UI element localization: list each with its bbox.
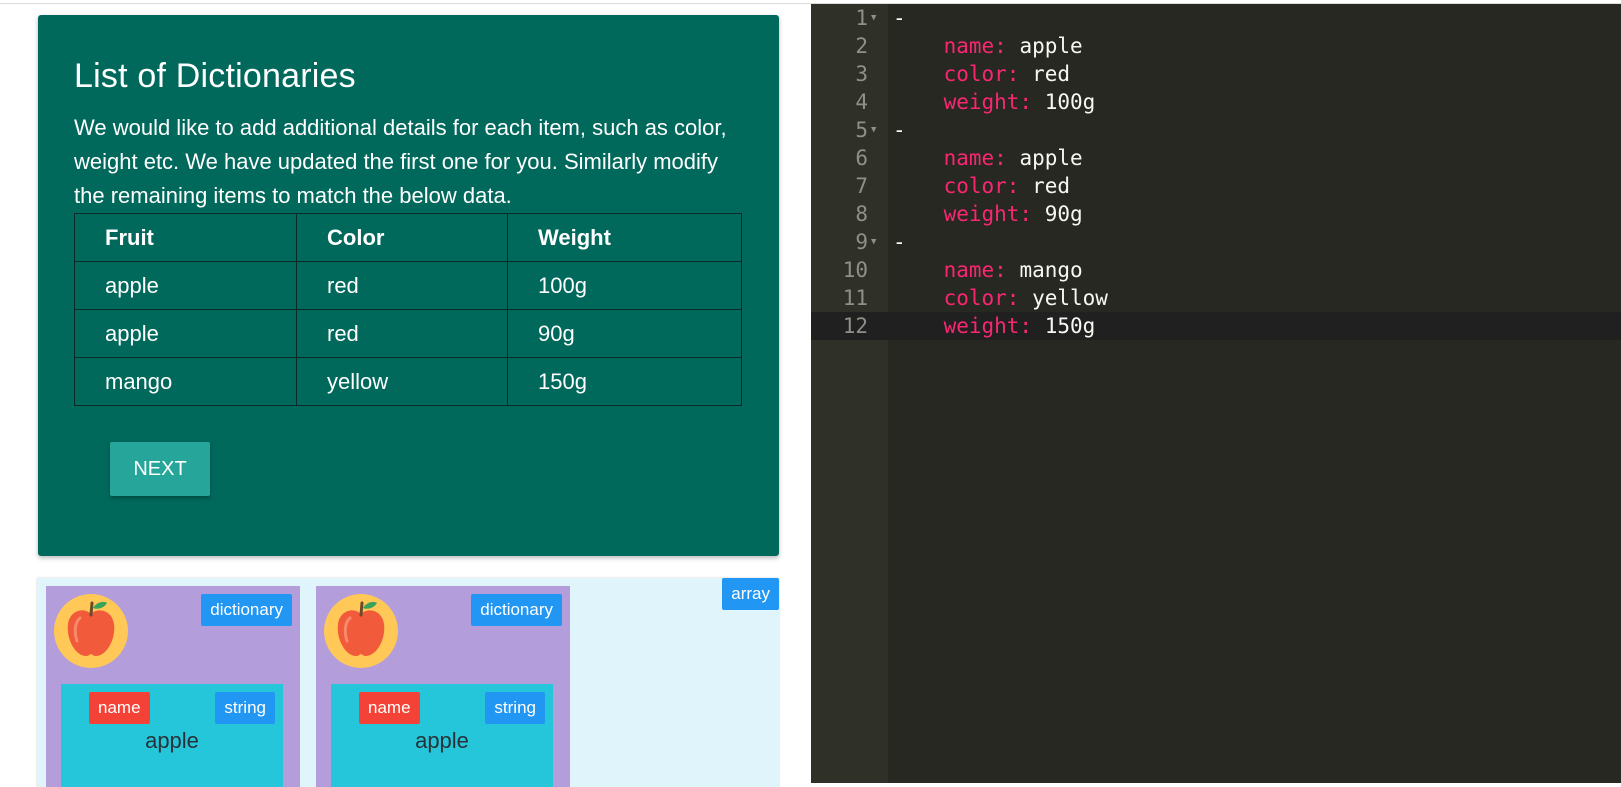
pair-value: apple bbox=[145, 728, 199, 753]
fold-arrow-icon[interactable]: ▼ bbox=[871, 4, 876, 32]
cell-color: yellow bbox=[296, 357, 508, 406]
key-badge: name bbox=[89, 692, 150, 724]
yaml-key: color: bbox=[943, 286, 1020, 310]
next-button[interactable]: NEXT bbox=[110, 442, 210, 496]
code-line[interactable]: 7 color: red bbox=[811, 172, 1621, 200]
code-line[interactable]: 8 weight: 90g bbox=[811, 200, 1621, 228]
dictionary-item: dictionary name string apple bbox=[316, 586, 570, 787]
yaml-value: apple bbox=[1019, 34, 1083, 58]
dictionary-item: dictionary name string apple bbox=[46, 586, 300, 787]
cell-fruit: apple bbox=[74, 309, 297, 358]
cell-weight: 90g bbox=[507, 309, 742, 358]
line-number: 11 bbox=[842, 286, 868, 310]
dictionary-type-badge: dictionary bbox=[201, 594, 292, 626]
cell-weight: 150g bbox=[507, 357, 742, 406]
value-type-badge: string bbox=[215, 692, 275, 724]
yaml-key: weight: bbox=[943, 202, 1033, 226]
cell-fruit: apple bbox=[74, 261, 297, 310]
array-visualization: array dictionary name string apple dicti… bbox=[37, 578, 779, 787]
line-number: 8 bbox=[855, 202, 868, 226]
fruit-table: Fruit Color Weight apple red 100g apple … bbox=[74, 213, 742, 406]
yaml-value: apple bbox=[1019, 146, 1083, 170]
code-line[interactable]: 11 color: yellow bbox=[811, 284, 1621, 312]
table-row: apple red 100g bbox=[74, 261, 742, 310]
yaml-key: name: bbox=[943, 34, 1007, 58]
line-number: 6 bbox=[855, 146, 868, 170]
yaml-key: name: bbox=[943, 258, 1007, 282]
table-row: apple red 90g bbox=[74, 309, 742, 358]
header-color: Color bbox=[296, 213, 508, 262]
yaml-value: 100g bbox=[1044, 90, 1096, 114]
code-line[interactable]: 10 name: mango bbox=[811, 256, 1621, 284]
apple-icon-graphic bbox=[67, 601, 115, 656]
yaml-value: mango bbox=[1019, 258, 1083, 282]
yaml-value: yellow bbox=[1032, 286, 1108, 310]
list-dash: - bbox=[893, 230, 906, 254]
lesson-card: List of Dictionaries We would like to ad… bbox=[38, 15, 779, 556]
line-number: 2 bbox=[855, 34, 868, 58]
code-line[interactable]: 3 color: red bbox=[811, 60, 1621, 88]
value-type-badge: string bbox=[485, 692, 545, 724]
active-code-line[interactable]: 12 weight: 150g bbox=[811, 312, 1621, 340]
header-weight: Weight bbox=[507, 213, 742, 262]
key-value-pair: name string apple bbox=[331, 684, 553, 787]
cell-fruit: mango bbox=[74, 357, 297, 406]
code-line[interactable]: 9 ▼ - bbox=[811, 228, 1621, 256]
code-line[interactable]: 6 name: apple bbox=[811, 144, 1621, 172]
yaml-value: 150g bbox=[1044, 314, 1096, 338]
fold-arrow-icon[interactable]: ▼ bbox=[871, 116, 876, 144]
yaml-key: weight: bbox=[943, 90, 1033, 114]
list-dash: - bbox=[893, 118, 906, 142]
lesson-title: List of Dictionaries bbox=[74, 57, 356, 95]
line-number: 1 bbox=[855, 6, 868, 30]
line-number: 5 bbox=[855, 118, 868, 142]
line-number: 3 bbox=[855, 62, 868, 86]
header-fruit: Fruit bbox=[74, 213, 297, 262]
yaml-key: weight: bbox=[943, 314, 1033, 338]
cell-weight: 100g bbox=[507, 261, 742, 310]
pair-value: apple bbox=[415, 728, 469, 753]
list-dash: - bbox=[893, 6, 906, 30]
key-badge: name bbox=[359, 692, 420, 724]
fold-arrow-icon[interactable]: ▼ bbox=[871, 228, 876, 256]
table-header-row: Fruit Color Weight bbox=[74, 213, 742, 262]
apple-icon-graphic bbox=[337, 601, 385, 656]
yaml-key: name: bbox=[943, 146, 1007, 170]
line-number: 12 bbox=[842, 314, 868, 338]
yaml-key: color: bbox=[943, 174, 1020, 198]
code-editor[interactable]: 1 ▼ - 2 name: apple 3 color: red 4 weigh… bbox=[811, 4, 1621, 783]
table-row: mango yellow 150g bbox=[74, 357, 742, 406]
code-line[interactable]: 2 name: apple bbox=[811, 32, 1621, 60]
apple-icon bbox=[324, 594, 398, 668]
line-number: 7 bbox=[855, 174, 868, 198]
lesson-description: We would like to add additional details … bbox=[74, 115, 727, 208]
code-line[interactable]: 4 weight: 100g bbox=[811, 88, 1621, 116]
yaml-value: red bbox=[1032, 174, 1071, 198]
array-type-badge: array bbox=[722, 578, 779, 610]
apple-icon bbox=[54, 594, 128, 668]
line-number: 10 bbox=[842, 258, 868, 282]
yaml-value: red bbox=[1032, 62, 1071, 86]
yaml-value: 90g bbox=[1044, 202, 1083, 226]
line-number: 9 bbox=[855, 230, 868, 254]
yaml-key: color: bbox=[943, 62, 1020, 86]
cell-color: red bbox=[296, 261, 508, 310]
code-line[interactable]: 5 ▼ - bbox=[811, 116, 1621, 144]
cell-color: red bbox=[296, 309, 508, 358]
code-line[interactable]: 1 ▼ - bbox=[811, 4, 1621, 32]
dictionary-type-badge: dictionary bbox=[471, 594, 562, 626]
line-number: 4 bbox=[855, 90, 868, 114]
key-value-pair: name string apple bbox=[61, 684, 283, 787]
